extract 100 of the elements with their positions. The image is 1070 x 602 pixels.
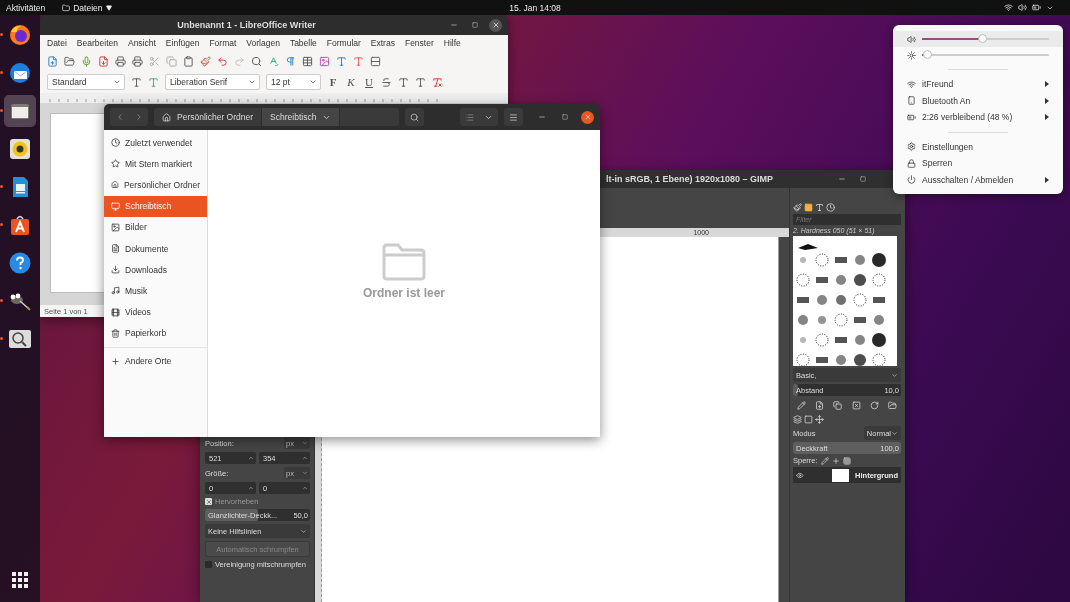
format-button[interactable]: K — [345, 76, 357, 88]
slider-thumb[interactable] — [977, 34, 987, 43]
open-icon[interactable] — [888, 401, 898, 410]
minimize-icon — [537, 113, 546, 121]
close-icon — [491, 21, 500, 29]
menu-item[interactable]: Ausschalten / Abmelden — [893, 171, 1063, 188]
window-title: Unbenannt 1 - LibreOffice Writer — [177, 20, 316, 30]
slider-thumb[interactable] — [923, 50, 933, 59]
sidebar-item[interactable]: Persönlicher Ordner — [104, 174, 207, 196]
menu-button[interactable] — [504, 108, 523, 126]
visibility-icon[interactable] — [796, 470, 804, 480]
text-box-icon[interactable] — [336, 55, 347, 67]
sidebar-item[interactable]: Andere Orte — [104, 350, 207, 373]
window-title: lt-in sRGB, 1 Ebene) 1920x1080 – GIMP — [606, 174, 774, 184]
grid-icon — [11, 571, 29, 589]
caret-icon — [113, 78, 121, 86]
menu-item[interactable]: Fenster — [404, 38, 434, 48]
sidebar-item[interactable]: Zuletzt verwendet — [104, 132, 207, 154]
settings-icon — [907, 142, 916, 152]
menu-item[interactable]: Formular — [326, 38, 361, 48]
paintbrush-icon[interactable] — [200, 55, 211, 67]
spellcheck-icon[interactable] — [268, 55, 279, 67]
volume-icon — [1018, 3, 1027, 12]
document-icon — [111, 244, 120, 254]
image-icon[interactable] — [319, 55, 330, 67]
brush-icon[interactable] — [793, 203, 802, 212]
menu-item[interactable]: Tabelle — [289, 38, 317, 48]
checkbox[interactable] — [205, 498, 212, 505]
minimize-icon — [837, 175, 846, 183]
menu-item[interactable]: Format — [209, 38, 237, 48]
menu-item[interactable]: Ansicht — [127, 38, 156, 48]
sidebar-item[interactable]: Schreibtisch — [104, 195, 207, 217]
menu-item[interactable]: 2:26 verbleibend (48 %) — [893, 109, 1063, 126]
refresh-icon[interactable] — [869, 401, 879, 410]
star-icon — [111, 159, 120, 169]
caret-icon — [302, 470, 308, 476]
close-button[interactable] — [489, 18, 502, 32]
desktop-icon — [111, 201, 120, 211]
caret-icon — [891, 371, 898, 379]
pilcrow-icon[interactable] — [285, 55, 296, 67]
clipboard-icon[interactable] — [183, 55, 194, 67]
menu-item[interactable]: Vorlagen — [246, 38, 280, 48]
maximize-icon — [859, 176, 866, 182]
channels-icon[interactable] — [804, 415, 813, 424]
clear-format-icon[interactable] — [432, 76, 443, 88]
app-menu[interactable]: Dateien — [62, 2, 112, 13]
edit-icon[interactable] — [796, 401, 806, 410]
sidebar-item[interactable]: Downloads — [104, 259, 207, 281]
history-icon[interactable] — [826, 203, 835, 212]
menu-item[interactable]: itFreund — [893, 76, 1063, 93]
text-frame-icon[interactable] — [353, 55, 364, 67]
sidebar-item[interactable]: Papierkorb — [104, 322, 207, 344]
sidebar-item[interactable]: Videos — [104, 301, 207, 323]
strikethrough-icon[interactable] — [381, 76, 392, 88]
duplicate-icon[interactable] — [833, 401, 843, 410]
microphone-icon[interactable] — [81, 55, 92, 67]
font-dropdown[interactable]: Liberation Serif — [165, 74, 260, 90]
menu-item[interactable]: Extras — [370, 38, 395, 48]
clock[interactable]: 15. Jan 14:08 — [509, 2, 561, 13]
search-button[interactable] — [405, 108, 424, 126]
battery-icon — [1032, 3, 1041, 12]
brightness-icon — [907, 50, 916, 60]
new-brush-icon[interactable] — [815, 401, 824, 410]
menu-item[interactable]: Bearbeiten — [76, 38, 118, 48]
path-segment[interactable]: Schreibtisch — [262, 108, 341, 126]
format-button[interactable]: F — [327, 76, 339, 88]
font-size-dropdown[interactable]: 12 pt — [266, 74, 321, 90]
page-break-icon[interactable] — [370, 55, 381, 67]
menu-item[interactable]: Einstellungen — [893, 138, 1063, 155]
close-button[interactable] — [581, 110, 594, 124]
activities-button[interactable]: Aktivitäten — [6, 2, 46, 13]
menu-item[interactable]: Datei — [47, 38, 67, 48]
layers-icon[interactable] — [793, 415, 802, 424]
image-icon — [111, 222, 120, 232]
power-icon — [907, 175, 916, 185]
undo-icon[interactable] — [217, 55, 228, 67]
search-icon — [410, 112, 419, 122]
sidebar-item[interactable]: Musik — [104, 280, 207, 302]
search-icon[interactable] — [251, 55, 262, 67]
new-document-icon[interactable] — [47, 55, 58, 67]
paths-icon[interactable] — [815, 415, 824, 424]
sidebar-item[interactable]: Mit Stern markiert — [104, 153, 207, 175]
sidebar-item[interactable]: Bilder — [104, 216, 207, 238]
menu-item[interactable]: Bluetooth An — [893, 92, 1063, 109]
delete-icon[interactable] — [851, 401, 861, 410]
pattern-icon[interactable] — [804, 203, 813, 212]
pdf-icon[interactable] — [98, 55, 109, 67]
menu-item[interactable]: Sperren — [893, 155, 1063, 172]
print-preview-icon[interactable] — [132, 55, 143, 67]
menu-item[interactable]: Einfügen — [165, 38, 200, 48]
style-dropdown[interactable]: Standard — [47, 74, 125, 90]
font-icon[interactable] — [815, 203, 824, 212]
open-folder-icon[interactable] — [64, 55, 75, 67]
checkbox[interactable] — [205, 561, 212, 568]
caret-icon — [309, 78, 317, 86]
table-icon[interactable] — [302, 55, 313, 67]
printer-icon[interactable] — [115, 55, 126, 67]
sidebar-item[interactable]: Dokumente — [104, 237, 207, 260]
format-button[interactable]: U — [363, 76, 375, 88]
menu-item[interactable]: Hilfe — [443, 38, 461, 48]
